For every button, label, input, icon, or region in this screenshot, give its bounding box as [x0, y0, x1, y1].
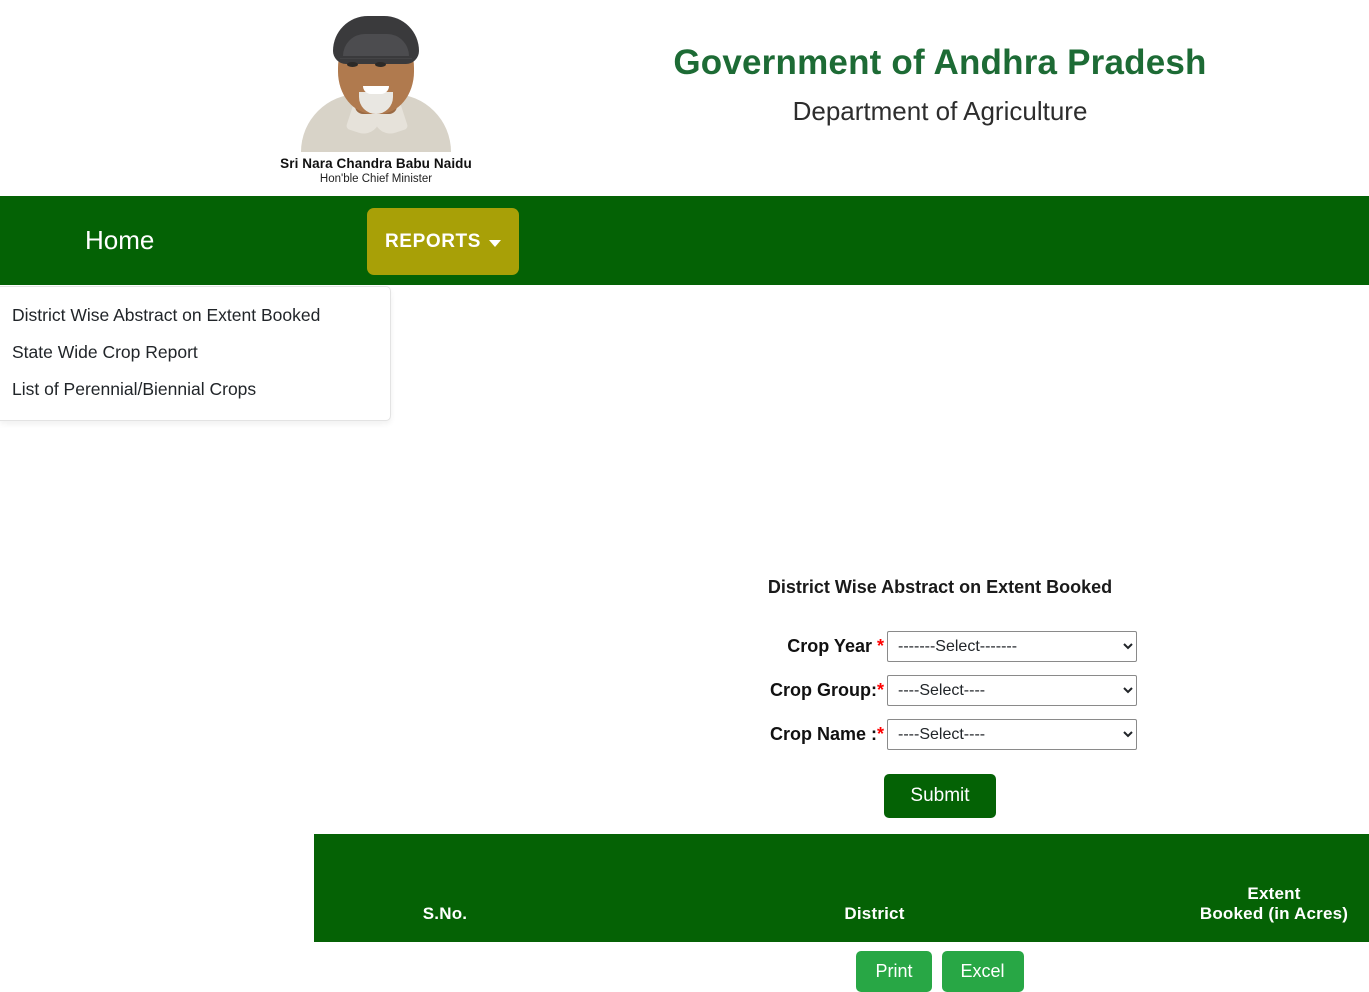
crop-year-required-mark: *	[876, 636, 884, 656]
table-header-extent-booked: Extent Booked (in Acres)	[1173, 834, 1369, 942]
report-form-title: District Wise Abstract on Extent Booked	[767, 577, 1113, 597]
nav-item-reports[interactable]: REPORTS	[367, 208, 519, 275]
table-header-row: S.No. District Extent Booked (in Acres)	[314, 834, 1369, 942]
page-header: Sri Nara Chandra Babu Naidu Hon'ble Chie…	[0, 0, 1369, 196]
form-row-crop-group: Crop Group:* ----Select----	[640, 675, 1240, 706]
page-title: Government of Andhra Pradesh	[673, 43, 1207, 82]
crop-group-required-mark: *	[876, 680, 884, 700]
dropdown-item-district-wise-abstract[interactable]: District Wise Abstract on Extent Booked	[0, 297, 390, 334]
table-header-extent-line1: Extent	[1247, 884, 1301, 903]
reports-dropdown-menu: District Wise Abstract on Extent Booked …	[0, 286, 391, 422]
nav-reports-label: REPORTS	[384, 230, 482, 252]
chevron-down-icon	[489, 239, 502, 247]
submit-button[interactable]: Submit	[884, 774, 996, 818]
crop-name-label: Crop Name :*	[640, 724, 887, 745]
crop-group-select[interactable]: ----Select----	[887, 675, 1137, 706]
table-actions: Print Excel	[640, 951, 1240, 992]
page-subtitle: Department of Agriculture	[792, 95, 1088, 126]
form-row-crop-name: Crop Name :* ----Select----	[640, 719, 1240, 750]
excel-button[interactable]: Excel	[941, 951, 1024, 992]
chief-minister-role: Hon'ble Chief Minister	[319, 173, 433, 185]
chief-minister-name: Sri Nara Chandra Babu Naidu	[280, 156, 472, 171]
crop-year-label: Crop Year *	[640, 636, 887, 657]
chief-minister-photo	[297, 0, 455, 152]
crop-name-required-mark: *	[876, 724, 884, 744]
main-navbar: Home REPORTS	[0, 196, 1369, 285]
site-title-block: Government of Andhra Pradesh Department …	[520, 43, 1360, 126]
chief-minister-block: Sri Nara Chandra Babu Naidu Hon'ble Chie…	[278, 0, 474, 185]
table-header-extent-line2: Booked (in Acres)	[1199, 904, 1349, 923]
results-table-head: S.No. District Extent Booked (in Acres)	[314, 834, 1369, 942]
crop-group-label-text: Crop Group:	[770, 680, 877, 700]
dropdown-item-state-wide-crop-report[interactable]: State Wide Crop Report	[0, 334, 390, 371]
dropdown-item-perennial-biennial-crops[interactable]: List of Perennial/Biennial Crops	[0, 371, 390, 408]
print-button[interactable]: Print	[856, 951, 932, 992]
crop-name-label-text: Crop Name :	[769, 724, 877, 744]
table-header-sno: S.No.	[314, 834, 576, 942]
form-row-crop-year: Crop Year * -------Select-------	[640, 631, 1240, 662]
crop-group-label: Crop Group:*	[640, 680, 887, 701]
crop-year-select[interactable]: -------Select-------	[887, 631, 1137, 662]
results-table: S.No. District Extent Booked (in Acres)	[314, 834, 1369, 942]
crop-year-label-text: Crop Year	[787, 636, 877, 656]
table-header-district: District	[576, 834, 1173, 942]
submit-button-wrap: Submit	[640, 774, 1240, 818]
crop-name-select[interactable]: ----Select----	[887, 719, 1137, 750]
nav-item-home[interactable]: Home	[85, 196, 154, 285]
report-form: Crop Year * -------Select------- Crop Gr…	[640, 631, 1240, 763]
